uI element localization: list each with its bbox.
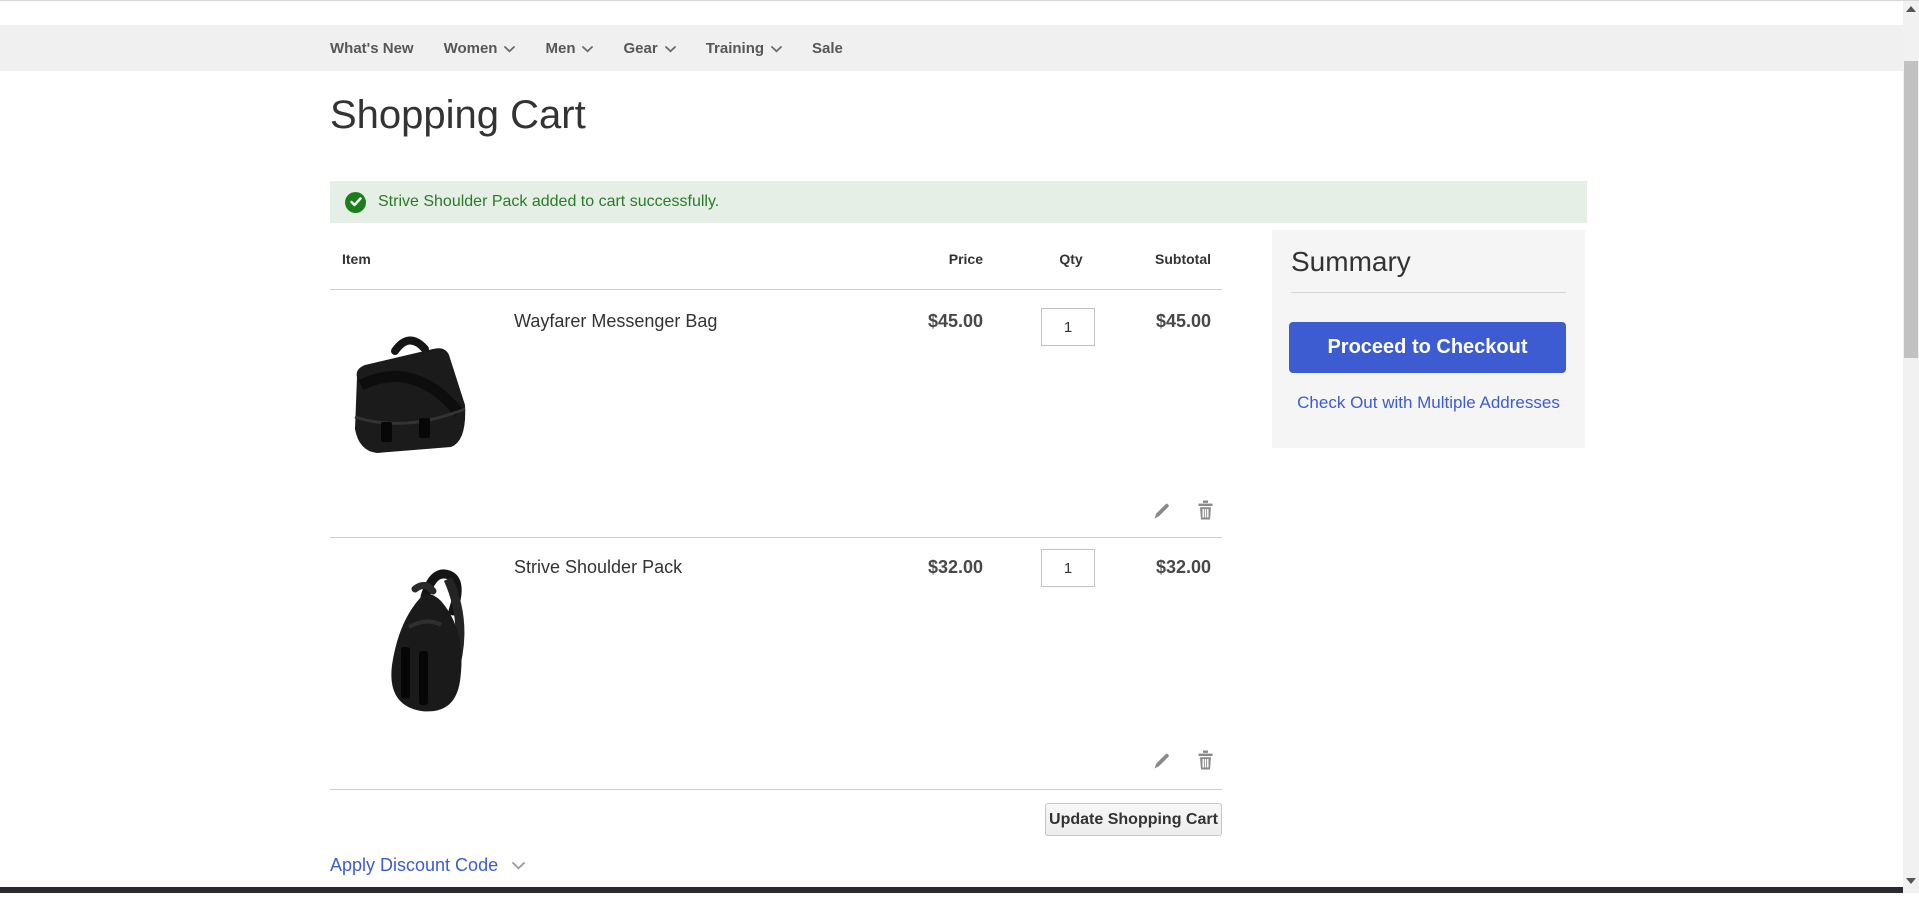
success-banner: Strive Shoulder Pack added to cart succe… bbox=[330, 181, 1587, 223]
product-image-strive-shoulder-pack[interactable] bbox=[375, 563, 487, 721]
product-subtotal: $32.00 bbox=[1156, 557, 1211, 578]
nav-item-gear[interactable]: Gear bbox=[623, 40, 675, 57]
nav-item-training[interactable]: Training bbox=[706, 40, 782, 57]
trash-icon bbox=[1197, 750, 1214, 770]
column-header-qty: Qty bbox=[1035, 251, 1107, 267]
table-divider bbox=[330, 537, 1222, 538]
chevron-down-icon bbox=[504, 46, 515, 53]
shopping-cart-page: What's New Women Men Gear Training Sale bbox=[0, 0, 1919, 892]
chevron-down-icon bbox=[771, 46, 782, 53]
pencil-icon bbox=[1152, 501, 1171, 520]
nav-item-label: What's New bbox=[330, 40, 414, 57]
scrollbar-thumb[interactable] bbox=[1904, 61, 1918, 358]
apply-discount-toggle[interactable]: Apply Discount Code bbox=[330, 855, 525, 876]
nav-item-label: Gear bbox=[623, 40, 657, 57]
nav-item-sale[interactable]: Sale bbox=[812, 40, 843, 57]
column-header-item: Item bbox=[342, 251, 371, 267]
product-price: $32.00 bbox=[928, 557, 983, 578]
summary-title: Summary bbox=[1291, 246, 1411, 278]
cart-table: Item Price Qty Subtotal Wayfarer Messeng… bbox=[330, 241, 1222, 901]
nav-item-label: Men bbox=[545, 40, 575, 57]
multi-address-checkout-link[interactable]: Check Out with Multiple Addresses bbox=[1297, 393, 1560, 412]
scrollbar-down-arrow[interactable] bbox=[1903, 873, 1919, 889]
nav-list: What's New Women Men Gear Training Sale bbox=[330, 25, 843, 71]
delete-item-button[interactable] bbox=[1194, 749, 1216, 771]
column-header-subtotal: Subtotal bbox=[1155, 251, 1211, 267]
qty-input[interactable] bbox=[1041, 549, 1095, 587]
nav-item-label: Sale bbox=[812, 40, 843, 57]
table-divider bbox=[330, 289, 1222, 290]
product-name[interactable]: Strive Shoulder Pack bbox=[514, 557, 682, 578]
chevron-down-icon bbox=[512, 862, 525, 870]
page-title: Shopping Cart bbox=[330, 93, 586, 138]
vertical-scrollbar[interactable] bbox=[1903, 1, 1919, 893]
edit-item-button[interactable] bbox=[1150, 749, 1172, 771]
summary-panel: Summary Proceed to Checkout Check Out wi… bbox=[1272, 230, 1585, 448]
summary-divider bbox=[1291, 292, 1566, 293]
product-name[interactable]: Wayfarer Messenger Bag bbox=[514, 311, 717, 332]
edit-item-button[interactable] bbox=[1150, 499, 1172, 521]
success-message-text: Strive Shoulder Pack added to cart succe… bbox=[378, 193, 719, 211]
nav-item-label: Training bbox=[706, 40, 764, 57]
proceed-to-checkout-button[interactable]: Proceed to Checkout bbox=[1289, 322, 1566, 373]
product-image-wayfarer-messenger-bag[interactable] bbox=[345, 319, 473, 477]
scrollbar-up-arrow[interactable] bbox=[1903, 1, 1919, 17]
update-cart-button[interactable]: Update Shopping Cart bbox=[1045, 803, 1222, 836]
success-check-icon bbox=[345, 192, 366, 213]
nav-item-whats-new[interactable]: What's New bbox=[330, 40, 414, 57]
chevron-down-icon bbox=[582, 46, 593, 53]
chevron-down-icon bbox=[665, 46, 676, 53]
nav-item-label: Women bbox=[444, 40, 498, 57]
main-navbar: What's New Women Men Gear Training Sale bbox=[0, 25, 1903, 71]
product-price: $45.00 bbox=[928, 311, 983, 332]
qty-input[interactable] bbox=[1041, 308, 1095, 346]
product-subtotal: $45.00 bbox=[1156, 311, 1211, 332]
nav-item-women[interactable]: Women bbox=[444, 40, 516, 57]
apply-discount-link[interactable]: Apply Discount Code bbox=[330, 855, 498, 876]
column-header-price: Price bbox=[949, 251, 983, 267]
table-divider bbox=[330, 789, 1222, 790]
nav-item-men[interactable]: Men bbox=[545, 40, 593, 57]
trash-icon bbox=[1197, 500, 1214, 520]
delete-item-button[interactable] bbox=[1194, 499, 1216, 521]
footer-strip bbox=[0, 887, 1903, 893]
pencil-icon bbox=[1152, 751, 1171, 770]
